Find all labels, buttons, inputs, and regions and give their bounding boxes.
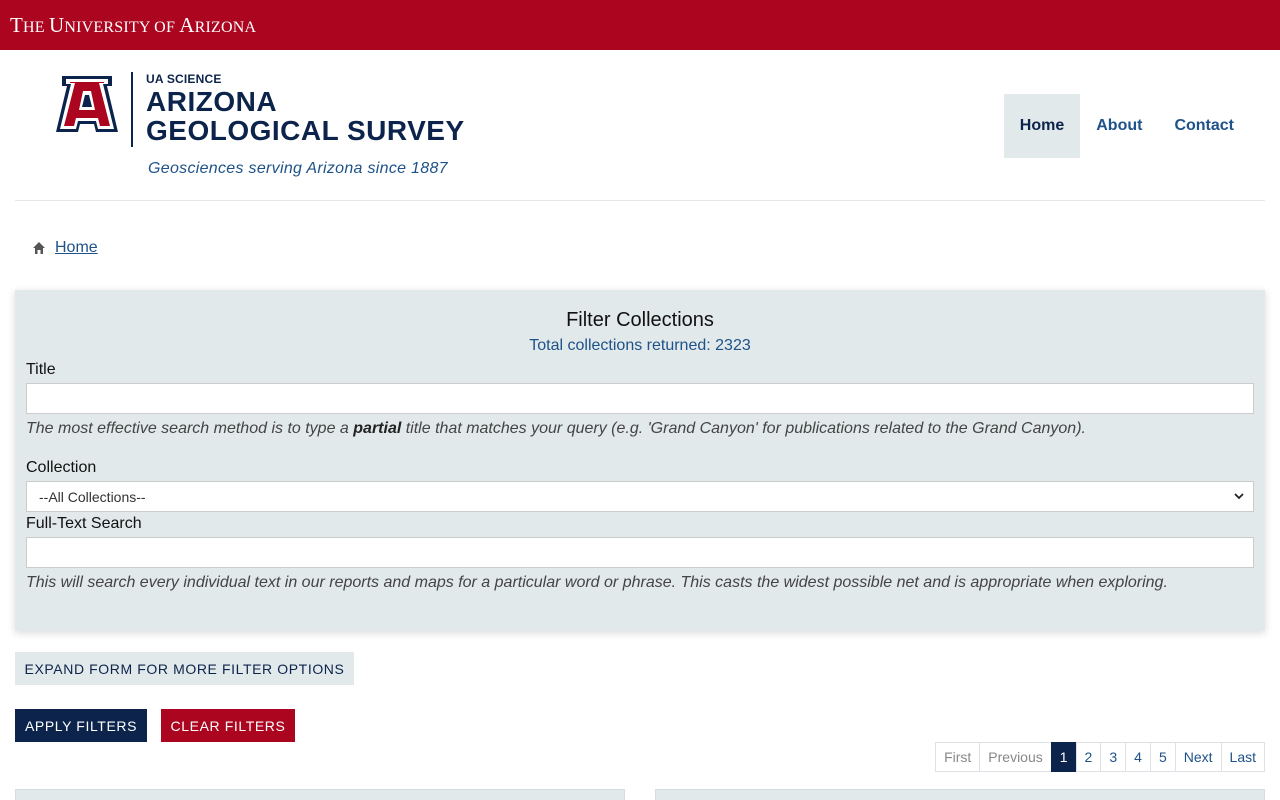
- fulltext-help: This will search every individual text i…: [26, 574, 1168, 591]
- uni-name-part: NIVERSITY OF: [64, 18, 180, 36]
- uni-name-part: T: [10, 12, 24, 37]
- clear-filters-button[interactable]: CLEAR FILTERS: [161, 709, 295, 742]
- results-count: Total collections returned: 2323: [529, 337, 751, 354]
- chevron-down-icon: [1234, 493, 1244, 500]
- pagination-page-3[interactable]: 3: [1100, 742, 1127, 772]
- university-banner: THE UNIVERSITY OF ARIZONA: [0, 0, 1280, 50]
- site-title-line-1: ARIZONA: [146, 86, 278, 117]
- expand-filters-button[interactable]: EXPAND FORM FOR MORE FILTER OPTIONS: [15, 652, 354, 685]
- collection-label: Collection: [26, 459, 97, 476]
- result-card[interactable]: [655, 789, 1265, 800]
- pagination-page-1[interactable]: 1: [1050, 742, 1077, 772]
- uni-name-part: HE: [23, 18, 49, 36]
- breadcrumb-home-link[interactable]: Home: [55, 239, 98, 257]
- logo-divider: [131, 72, 133, 147]
- pagination-last[interactable]: Last: [1220, 742, 1265, 772]
- university-name[interactable]: THE UNIVERSITY OF ARIZONA: [10, 13, 256, 38]
- title-help-text: title that matches your query (e.g. 'Gra…: [401, 420, 1086, 437]
- apply-filters-button[interactable]: APPLY FILTERS: [15, 709, 147, 742]
- title-help-bold: partial: [353, 420, 402, 437]
- nav-item-home[interactable]: Home: [1003, 94, 1081, 158]
- home-icon: [33, 242, 45, 254]
- pagination-first[interactable]: First: [935, 742, 981, 772]
- pagination-next[interactable]: Next: [1174, 742, 1222, 772]
- pagination-page-2[interactable]: 2: [1075, 742, 1102, 772]
- main-nav: Home About Contact: [1003, 94, 1250, 158]
- pagination: First Previous 1 2 3 4 5 Next Last: [935, 742, 1265, 772]
- pagination-page-5[interactable]: 5: [1149, 742, 1176, 772]
- title-help: The most effective search method is to t…: [26, 420, 1254, 438]
- collection-select[interactable]: --All Collections--: [26, 481, 1254, 512]
- collection-selected-value: --All Collections--: [39, 488, 146, 505]
- filter-heading: Filter Collections: [566, 309, 714, 331]
- title-label: Title: [26, 361, 56, 378]
- site-tagline: Geosciences serving Arizona since 1887: [148, 160, 448, 177]
- fulltext-input[interactable]: [26, 537, 1254, 568]
- nav-item-about[interactable]: About: [1080, 94, 1158, 158]
- uni-name-part: U: [48, 12, 65, 37]
- pagination-previous[interactable]: Previous: [979, 742, 1052, 772]
- fulltext-label: Full-Text Search: [26, 515, 142, 532]
- pagination-page-4[interactable]: 4: [1125, 742, 1151, 772]
- site-title-line-2: GEOLOGICAL SURVEY: [146, 115, 465, 146]
- uni-name-part: RIZONA: [194, 18, 257, 36]
- ua-science-label: UA SCIENCE: [146, 72, 222, 86]
- nav-item-contact[interactable]: Contact: [1158, 94, 1250, 158]
- uni-name-part: A: [179, 12, 195, 37]
- result-card[interactable]: [15, 789, 625, 800]
- site-header: UA SCIENCE ARIZONA GEOLOGICAL SURVEY Geo…: [15, 50, 1265, 201]
- title-input[interactable]: [26, 383, 1254, 414]
- block-a-logo-icon: [56, 76, 118, 132]
- title-help-text: The most effective search method is to t…: [26, 420, 354, 437]
- breadcrumb: Home: [32, 239, 98, 257]
- filter-panel: Filter Collections Total collections ret…: [15, 290, 1265, 631]
